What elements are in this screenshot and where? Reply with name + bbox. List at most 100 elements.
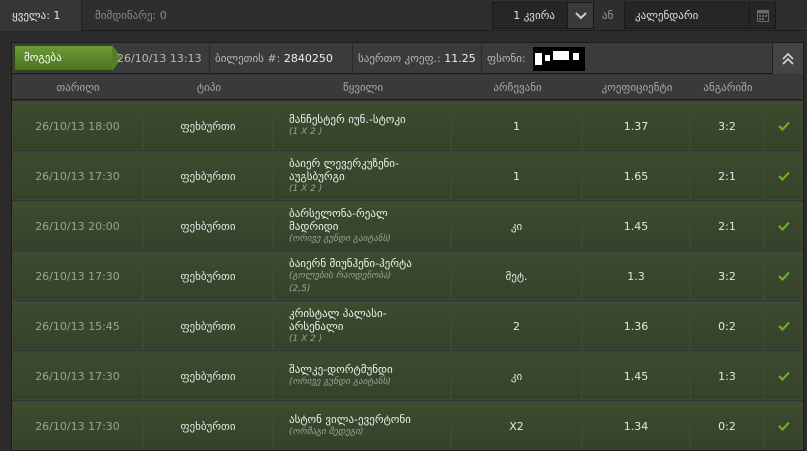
row-score: 1:3 [691, 353, 763, 399]
ticket-header: მოგება 26/10/13 13:13 ბილეთის #: 2840250… [12, 43, 803, 74]
period-select[interactable]: 1 კვირა [492, 2, 594, 29]
market-name: (გოლების რაოდენობა) [289, 270, 392, 281]
ticket-number-value: 2840250 [283, 52, 333, 65]
row-choice: X2 [452, 403, 581, 449]
table-row: 26/10/13 18:00 ფეხბურთი მანჩესტერ იუნ.-ს… [12, 101, 803, 150]
row-coef: 1.3 [583, 253, 689, 299]
event-name: ასტონ ვილა-ევერტონი [289, 413, 411, 426]
table-row: 26/10/13 17:30 ფეხბურთი შალკე-დორტმუნდი(… [12, 351, 803, 400]
chevron-down-icon[interactable] [567, 3, 593, 28]
won-check-icon [765, 153, 802, 199]
status-badge: მოგება [14, 45, 122, 71]
row-date: 26/10/13 17:30 [13, 403, 142, 449]
row-score: 3:2 [691, 253, 763, 299]
event-name-line2: არსენალი [289, 319, 344, 333]
period-select-value: 1 კვირა [513, 9, 555, 22]
row-type: ფეხბურთი [144, 153, 272, 199]
row-score: 2:1 [691, 203, 763, 249]
market-name: (ორივე გუნდი გაიტანს) [289, 377, 391, 387]
row-coef: 1.45 [583, 353, 689, 399]
stake-label: ფსონი: [487, 52, 526, 65]
event-name: ბაიერ ლევერკუზენი- [289, 156, 399, 170]
row-choice: 1 [452, 103, 581, 149]
ticket-number: ბილეთის #: 2840250 [209, 43, 333, 74]
stake: ფსონი: [481, 43, 586, 74]
chevron-up-icon [782, 52, 794, 65]
row-date: 26/10/13 17:30 [13, 353, 142, 399]
row-date: 26/10/13 17:30 [13, 253, 142, 299]
col-score: ანგარიში [703, 81, 753, 94]
row-type: ფეხბურთი [144, 303, 272, 349]
col-date: თარიღი [56, 81, 100, 94]
row-score: 3:2 [691, 103, 763, 149]
row-score: 0:2 [691, 403, 763, 449]
event-name: მანჩესტერ იუნ.-სტოკი [289, 113, 406, 126]
calendar-icon[interactable] [749, 3, 775, 28]
won-check-icon [765, 203, 802, 249]
row-coef: 1.34 [583, 403, 689, 449]
total-coef-label: საერთო კოეფ.: [358, 52, 441, 65]
row-event: ბაიერნ მიუნჰენი-ჰერტა (გოლების რაოდენობა)… [274, 253, 450, 299]
total-coef-value: 11.25 [444, 52, 476, 65]
row-score: 2:1 [691, 153, 763, 199]
table-row: 26/10/13 17:30 ფეხბურთი ასტონ ვილა-ევერტ… [12, 401, 803, 450]
col-choice: არჩევანი [493, 81, 542, 94]
event-name: ბაიერნ მიუნჰენი-ჰერტა [289, 256, 412, 270]
row-event: ბარსელონა-რეალ მადრიდი (ორივე გუნდი გაიტან… [274, 203, 450, 249]
row-coef: 1.65 [583, 153, 689, 199]
row-choice: 2 [452, 303, 581, 349]
row-event: შალკე-დორტმუნდი (ორივე გუნდი გაიტანს) [274, 353, 450, 399]
event-name: შალკე-დორტმუნდი [289, 363, 393, 376]
row-score: 0:2 [691, 303, 763, 349]
market-name: (1 X 2 ) [289, 183, 323, 194]
ticket-number-label: ბილეთის #: [215, 52, 281, 65]
row-event: ასტონ ვილა-ევერტონი (ორმაგი შედეგი) [274, 403, 450, 449]
won-check-icon [765, 353, 802, 399]
row-choice: მეტ. [452, 253, 581, 299]
market-name-line2: (2,5) [289, 283, 311, 294]
filter-bar: ყველა: 1 მიმდინარე: 0 1 კვირა ან კალენდა… [0, 0, 807, 31]
col-event: წყვილი [342, 81, 384, 94]
row-date: 26/10/13 15:45 [13, 303, 142, 349]
calendar-field-value: კალენდარი [635, 9, 699, 22]
event-name: ბარსელონა-რეალ [289, 206, 388, 220]
won-check-icon [765, 103, 802, 149]
event-name: კრისტალ პალასი- [289, 306, 387, 320]
event-name-line2: მადრიდი [289, 219, 339, 233]
table-row: 26/10/13 15:45 ფეხბურთი კრისტალ პალასი-ა… [12, 301, 803, 350]
row-choice: კი [452, 203, 581, 249]
row-type: ფეხბურთი [144, 103, 272, 149]
row-date: 26/10/13 20:00 [13, 203, 142, 249]
collapse-button[interactable] [772, 43, 803, 74]
market-name: (ორივე გუნდი გაიტანს) [289, 233, 391, 244]
won-check-icon [765, 303, 802, 349]
redacted-stake-value [533, 47, 586, 71]
row-type: ფეხბურთი [144, 353, 272, 399]
row-coef: 1.45 [583, 203, 689, 249]
row-choice: 1 [452, 153, 581, 199]
market-name: (ორმაგი შედეგი) [289, 427, 364, 437]
col-type: ტიპი [196, 81, 222, 94]
market-name: (1 X 2 ) [289, 127, 323, 137]
table-row: 26/10/13 17:30 ფეხბურთი ბაიერ ლევერკუზენ… [12, 151, 803, 200]
event-name-line2: აუგსბურგი [289, 169, 345, 183]
row-type: ფეხბურთი [144, 203, 272, 249]
tab-all[interactable]: ყველა: 1 [0, 0, 82, 31]
row-date: 26/10/13 18:00 [13, 103, 142, 149]
tab-pending[interactable]: მიმდინარე: 0 [83, 0, 193, 31]
ticket-datetime: 26/10/13 13:13 [117, 52, 202, 65]
table-row: 26/10/13 17:30 ფეხბურთი ბაიერნ მიუნჰენი-… [12, 251, 803, 300]
total-coef: საერთო კოეფ.: 11.25 [352, 43, 476, 74]
row-coef: 1.36 [583, 303, 689, 349]
row-event: კრისტალ პალასი-არსენალი (1 X 2 ) [274, 303, 450, 349]
row-choice: კი [452, 353, 581, 399]
col-coef: კოეფიციენტი [601, 81, 673, 94]
row-event: ბაიერ ლევერკუზენი-აუგსბურგი (1 X 2 ) [274, 153, 450, 199]
row-date: 26/10/13 17:30 [13, 153, 142, 199]
row-type: ფეხბურთი [144, 253, 272, 299]
row-event: მანჩესტერ იუნ.-სტოკი (1 X 2 ) [274, 103, 450, 149]
row-coef: 1.37 [583, 103, 689, 149]
calendar-field[interactable]: კალენდარი [624, 2, 776, 29]
row-type: ფეხბურთი [144, 403, 272, 449]
market-name: (1 X 2 ) [289, 333, 323, 344]
